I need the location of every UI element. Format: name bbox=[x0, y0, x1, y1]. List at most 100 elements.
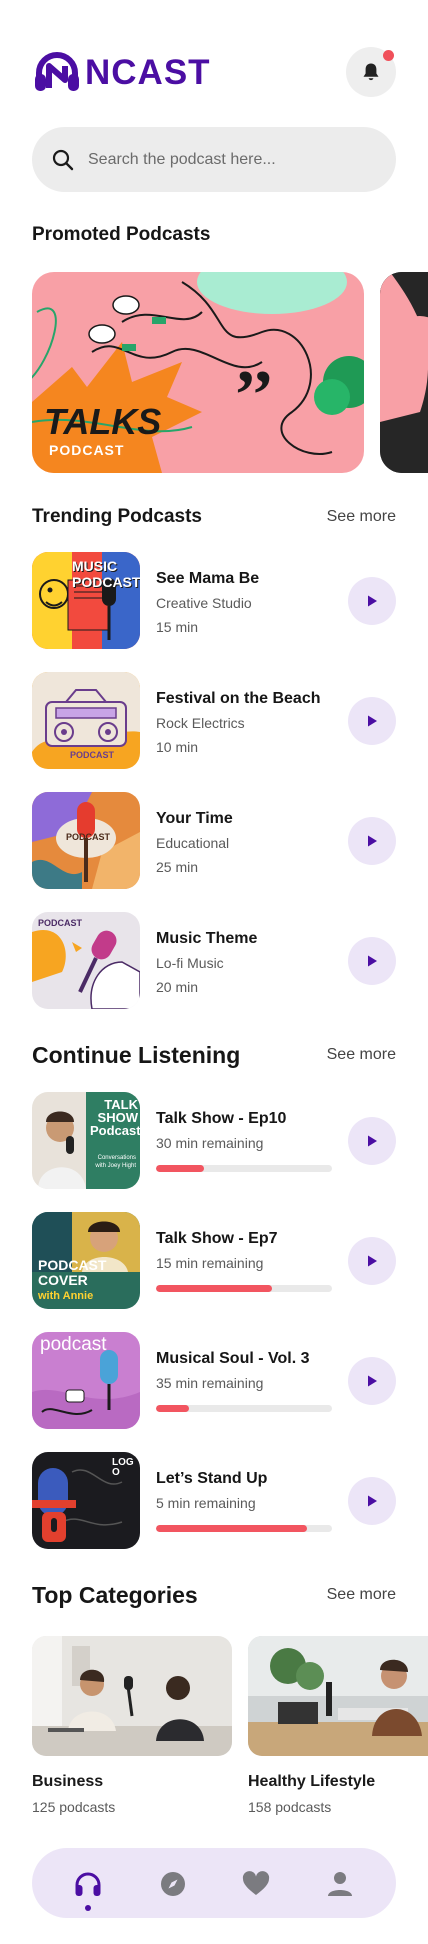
thumbnail-label: PODCAST COVER bbox=[38, 1257, 107, 1288]
play-icon bbox=[368, 715, 377, 727]
promoted-section-title: Promoted Podcasts bbox=[32, 224, 211, 245]
podcast-thumbnail: PODCAST COVER with Annie bbox=[32, 1212, 140, 1309]
heart-icon bbox=[242, 1871, 270, 1895]
nav-favorites[interactable] bbox=[241, 1869, 271, 1899]
podcast-category: Educational bbox=[156, 835, 230, 851]
play-icon bbox=[368, 1135, 377, 1147]
promoted-carousel[interactable]: ,, TALKS PODCAST bbox=[32, 272, 428, 473]
podcast-title: Your Time bbox=[156, 810, 233, 827]
thumbnail-label: MUSIC PODCAST bbox=[72, 558, 140, 590]
play-icon bbox=[368, 835, 377, 847]
play-icon bbox=[368, 955, 377, 967]
podcast-thumbnail: MUSIC PODCAST bbox=[32, 552, 140, 649]
play-button[interactable] bbox=[348, 1357, 396, 1405]
thumbnail-label: PODCAST bbox=[66, 832, 111, 842]
svg-text:,,: ,, bbox=[237, 321, 272, 398]
category-card[interactable]: Healthy Lifestyle 158 podcasts bbox=[248, 1636, 428, 1815]
continue-item[interactable]: TALK SHOW Podcast. Conversations with Jo… bbox=[32, 1092, 396, 1189]
play-icon bbox=[368, 1375, 377, 1387]
promoted-card[interactable]: ,, TALKS PODCAST bbox=[32, 272, 364, 473]
user-icon bbox=[328, 1872, 352, 1896]
headphones-icon bbox=[75, 1872, 101, 1896]
play-icon bbox=[368, 1255, 377, 1267]
thumbnail-sublabel: with Annie bbox=[38, 1290, 94, 1302]
progress-bar bbox=[156, 1285, 332, 1292]
thumbnail-sublabel: Conversations with Joey Hight bbox=[95, 1155, 136, 1169]
progress-fill bbox=[156, 1165, 204, 1172]
bottom-navigation bbox=[32, 1848, 396, 1918]
category-title: Healthy Lifestyle bbox=[248, 1773, 376, 1790]
thumbnail-label: TALK SHOW Podcast. bbox=[90, 1097, 140, 1138]
trending-item[interactable]: MUSIC PODCAST See Mama Be Creative Studi… bbox=[32, 552, 396, 649]
play-button[interactable] bbox=[348, 577, 396, 625]
promoted-card-subtitle: PODCAST bbox=[49, 442, 125, 458]
progress-bar bbox=[156, 1405, 332, 1412]
continue-item[interactable]: podcast Musical Soul - Vol. 3 35 min rem… bbox=[32, 1332, 396, 1429]
podcast-thumbnail: LOGO bbox=[32, 1452, 140, 1549]
episode-title: Talk Show - Ep7 bbox=[156, 1230, 278, 1247]
play-button[interactable] bbox=[348, 1237, 396, 1285]
play-button[interactable] bbox=[348, 937, 396, 985]
play-button[interactable] bbox=[348, 1117, 396, 1165]
time-remaining: 30 min remaining bbox=[156, 1135, 264, 1151]
thumbnail-label: PODCAST bbox=[38, 918, 83, 928]
trending-item[interactable]: PODCAST Music Theme Lo-fi Music 20 min bbox=[32, 912, 396, 1009]
podcast-thumbnail: podcast bbox=[32, 1332, 140, 1429]
podcast-title: Festival on the Beach bbox=[156, 690, 321, 707]
continue-see-more-link[interactable]: See more bbox=[327, 1046, 396, 1064]
notifications-button[interactable] bbox=[346, 47, 396, 97]
podcast-category: Rock Electrics bbox=[156, 715, 245, 731]
bell-icon bbox=[363, 63, 379, 81]
promoted-artwork bbox=[380, 272, 428, 473]
continue-section-title: Continue Listening bbox=[32, 1042, 241, 1068]
category-image bbox=[248, 1636, 428, 1756]
podcast-category: Lo-fi Music bbox=[156, 955, 224, 971]
podcast-duration: 10 min bbox=[156, 739, 199, 755]
nav-profile[interactable] bbox=[325, 1869, 355, 1899]
search-input[interactable] bbox=[88, 150, 358, 169]
app-header: NCAST bbox=[32, 46, 396, 102]
trending-item[interactable]: PODCAST Your Time Educational 25 min bbox=[32, 792, 396, 889]
progress-fill bbox=[156, 1285, 273, 1292]
podcast-thumbnail: PODCAST bbox=[32, 912, 140, 1009]
promoted-card[interactable] bbox=[380, 272, 428, 473]
play-button[interactable] bbox=[348, 697, 396, 745]
podcast-title: Music Theme bbox=[156, 930, 258, 947]
time-remaining: 35 min remaining bbox=[156, 1375, 264, 1391]
time-remaining: 15 min remaining bbox=[156, 1255, 264, 1271]
podcast-thumbnail: PODCAST bbox=[32, 792, 140, 889]
play-icon bbox=[368, 595, 377, 607]
app-logo[interactable]: NCAST bbox=[32, 48, 211, 98]
compass-icon bbox=[161, 1872, 185, 1896]
categories-section-title: Top Categories bbox=[32, 1582, 198, 1608]
play-icon bbox=[368, 1495, 377, 1507]
search-bar[interactable] bbox=[32, 127, 396, 192]
continue-item[interactable]: LOGO Let’s Stand Up 5 min remaining bbox=[32, 1452, 396, 1549]
podcast-duration: 25 min bbox=[156, 859, 199, 875]
episode-title: Let’s Stand Up bbox=[156, 1470, 268, 1487]
thumbnail-label: LOGO bbox=[112, 1457, 134, 1478]
episode-title: Musical Soul - Vol. 3 bbox=[156, 1350, 310, 1367]
continue-item[interactable]: PODCAST COVER with Annie Talk Show - Ep7… bbox=[32, 1212, 396, 1309]
promoted-card-title: TALKS bbox=[44, 401, 162, 442]
categories-see-more-link[interactable]: See more bbox=[327, 1586, 396, 1604]
category-card[interactable]: Business 125 podcasts bbox=[32, 1636, 232, 1815]
thumbnail-label: podcast bbox=[40, 1334, 107, 1355]
trending-see-more-link[interactable]: See more bbox=[327, 508, 396, 526]
episode-title: Talk Show - Ep10 bbox=[156, 1110, 287, 1127]
app-logo-text: NCAST bbox=[85, 53, 211, 92]
category-image bbox=[32, 1636, 232, 1756]
play-button[interactable] bbox=[348, 1477, 396, 1525]
nav-listen[interactable] bbox=[73, 1869, 103, 1899]
nav-explore[interactable] bbox=[158, 1869, 188, 1899]
podcast-duration: 15 min bbox=[156, 619, 199, 635]
podcast-category: Creative Studio bbox=[156, 595, 252, 611]
play-button[interactable] bbox=[348, 817, 396, 865]
trending-section-title: Trending Podcasts bbox=[32, 506, 202, 527]
category-title: Business bbox=[32, 1773, 104, 1790]
categories-carousel[interactable]: Business 125 podcasts Healthy Lifestyle … bbox=[32, 1636, 428, 1826]
trending-item[interactable]: PODCAST Festival on the Beach Rock Elect… bbox=[32, 672, 396, 769]
podcast-title: See Mama Be bbox=[156, 570, 260, 587]
category-count: 158 podcasts bbox=[248, 1799, 332, 1815]
podcast-duration: 20 min bbox=[156, 979, 199, 995]
